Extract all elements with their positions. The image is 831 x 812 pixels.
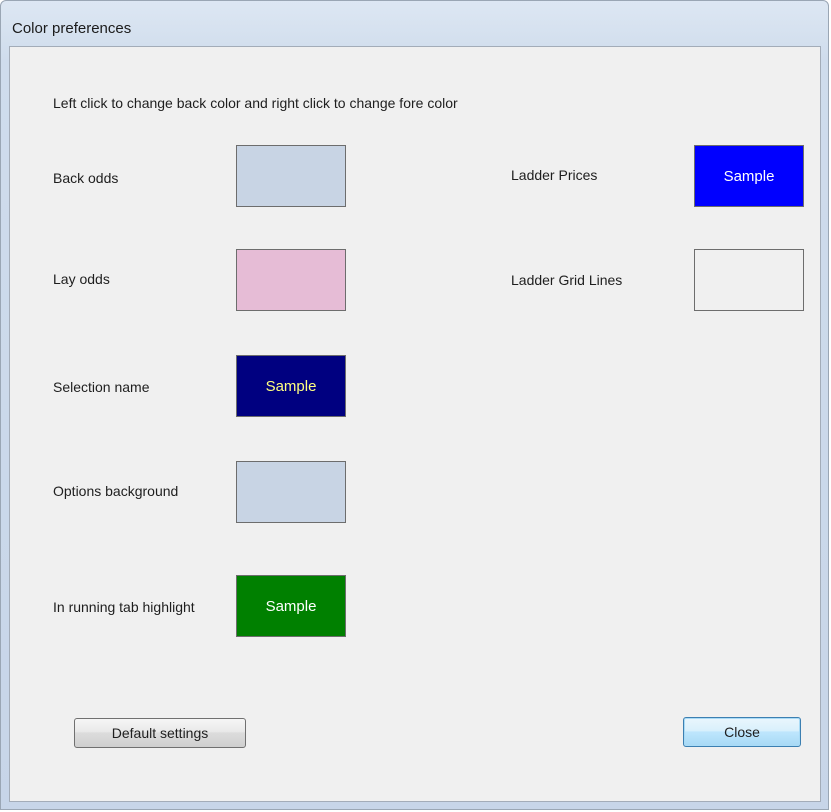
label-back-odds: Back odds [53, 170, 119, 186]
color-preferences-window: Color preferences Left click to change b… [0, 0, 829, 810]
swatch-in-running-tab-highlight[interactable]: Sample [236, 575, 346, 637]
window-title: Color preferences [12, 20, 132, 37]
instruction-text: Left click to change back color and righ… [53, 95, 458, 111]
close-button[interactable]: Close [683, 717, 801, 747]
title-bar[interactable]: Color preferences [1, 1, 828, 45]
swatch-ladder-prices[interactable]: Sample [694, 145, 804, 207]
label-in-running-tab-highlight: In running tab highlight [53, 599, 195, 615]
label-ladder-prices: Ladder Prices [511, 167, 598, 183]
swatch-options-background[interactable] [236, 461, 346, 523]
swatch-ladder-grid-lines[interactable] [694, 249, 804, 311]
default-settings-button[interactable]: Default settings [74, 718, 246, 748]
label-lay-odds: Lay odds [53, 271, 110, 287]
swatch-back-odds[interactable] [236, 145, 346, 207]
swatch-lay-odds[interactable] [236, 249, 346, 311]
label-ladder-grid-lines: Ladder Grid Lines [511, 272, 623, 288]
label-selection-name: Selection name [53, 379, 150, 395]
dialog-client-area: Left click to change back color and righ… [9, 46, 821, 802]
label-options-background: Options background [53, 483, 179, 499]
swatch-selection-name[interactable]: Sample [236, 355, 346, 417]
